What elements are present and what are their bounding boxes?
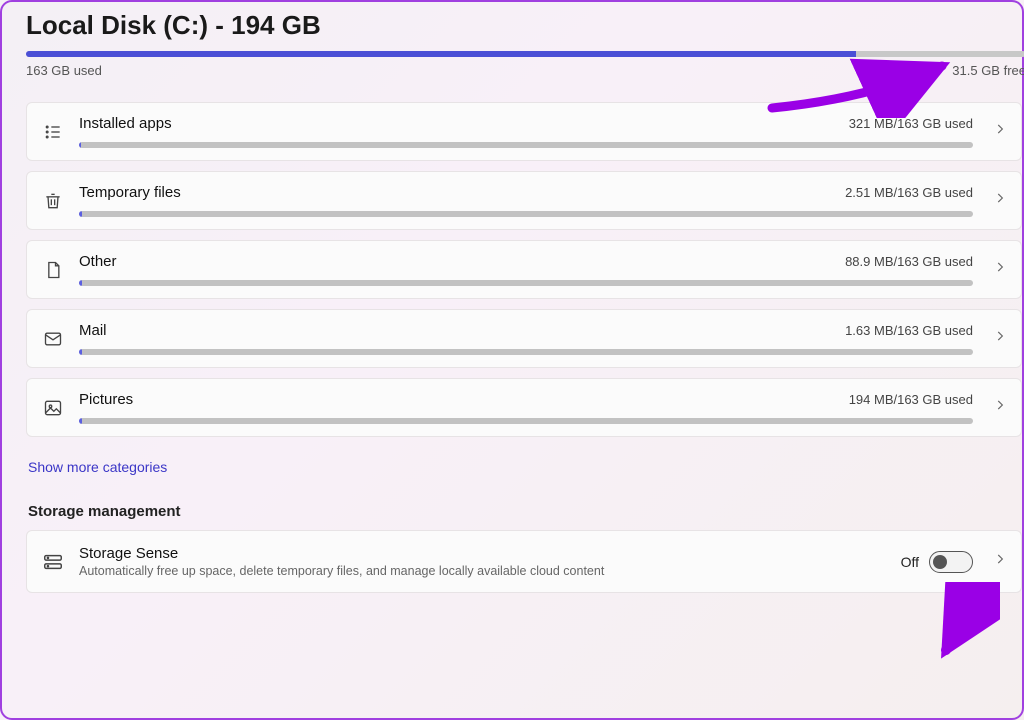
category-bar-fill — [79, 280, 82, 286]
picture-icon — [41, 396, 65, 420]
chevron-right-icon — [993, 122, 1007, 141]
toggle-state-label: Off — [901, 554, 919, 570]
category-bar — [79, 349, 973, 355]
category-row-pictures[interactable]: Pictures 194 MB/163 GB used — [26, 378, 1022, 437]
category-bar-fill — [79, 211, 82, 217]
trash-icon — [41, 189, 65, 213]
category-bar — [79, 211, 973, 217]
storage-sense-row[interactable]: Storage Sense Automatically free up spac… — [26, 530, 1022, 593]
category-row-mail[interactable]: Mail 1.63 MB/163 GB used — [26, 309, 1022, 368]
apps-icon — [41, 120, 65, 144]
storage-management-heading: Storage management — [28, 503, 1022, 520]
category-label: Installed apps — [79, 115, 172, 132]
category-bar — [79, 418, 973, 424]
chevron-right-icon — [993, 552, 1007, 571]
category-bar-fill — [79, 349, 82, 355]
category-usage: 88.9 MB/163 GB used — [845, 254, 973, 269]
page-title: Local Disk (C:) - 194 GB — [26, 10, 1022, 41]
disk-usage-fill — [26, 51, 856, 57]
category-row-temporary-files[interactable]: Temporary files 2.51 MB/163 GB used — [26, 171, 1022, 230]
used-space-label: 163 GB used — [26, 63, 102, 78]
category-usage: 321 MB/163 GB used — [849, 116, 973, 131]
category-label: Pictures — [79, 391, 133, 408]
category-label: Other — [79, 253, 117, 270]
category-row-installed-apps[interactable]: Installed apps 321 MB/163 GB used — [26, 102, 1022, 161]
category-bar — [79, 142, 973, 148]
category-row-other[interactable]: Other 88.9 MB/163 GB used — [26, 240, 1022, 299]
free-space-label: 31.5 GB free — [952, 63, 1024, 78]
chevron-right-icon — [993, 191, 1007, 210]
category-label: Temporary files — [79, 184, 181, 201]
file-icon — [41, 258, 65, 282]
storage-sense-desc: Automatically free up space, delete temp… — [79, 564, 887, 578]
show-more-link[interactable]: Show more categories — [28, 459, 167, 475]
chevron-right-icon — [993, 329, 1007, 348]
category-bar-fill — [79, 142, 81, 148]
chevron-right-icon — [993, 398, 1007, 417]
category-usage: 2.51 MB/163 GB used — [845, 185, 973, 200]
category-bar-fill — [79, 418, 82, 424]
toggle-knob — [933, 555, 947, 569]
category-usage: 1.63 MB/163 GB used — [845, 323, 973, 338]
annotation-arrow-2 — [910, 582, 1000, 672]
mail-icon — [41, 327, 65, 351]
storage-sense-toggle[interactable] — [929, 551, 973, 573]
storage-sense-title: Storage Sense — [79, 545, 887, 562]
category-label: Mail — [79, 322, 107, 339]
category-bar — [79, 280, 973, 286]
disk-usage-bar — [26, 51, 1024, 57]
chevron-right-icon — [993, 260, 1007, 279]
sense-icon — [41, 550, 65, 574]
category-usage: 194 MB/163 GB used — [849, 392, 973, 407]
